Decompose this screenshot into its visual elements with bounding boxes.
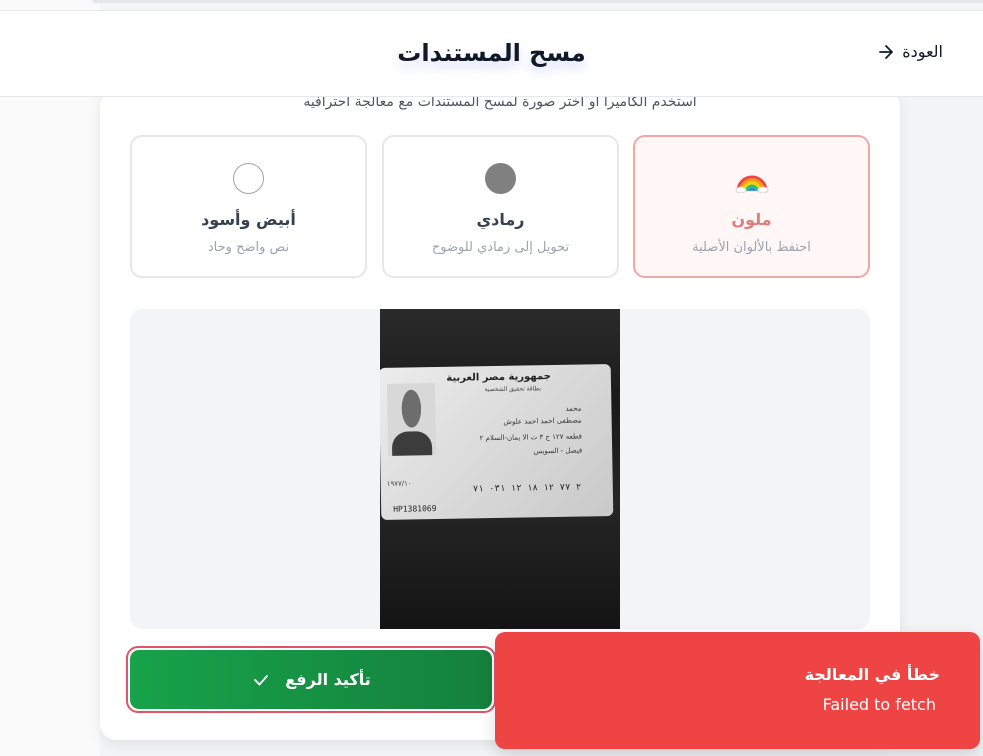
mode-label: رمادي — [476, 210, 525, 229]
id-serial: HP1381069 — [393, 504, 437, 514]
mode-black-white[interactable]: أبيض وأسود نص واضح وحاد — [130, 135, 367, 278]
id-photo — [386, 383, 437, 456]
mode-label: ملون — [731, 210, 772, 229]
error-toast[interactable]: خطأ في المعالجة Failed to fetch — [495, 632, 980, 749]
mode-color[interactable]: ملون احتفظ بالألوان الأصلية — [633, 135, 870, 278]
id-address-line1: قطعه ١٢٧ ح ٣ ت الا يمان-السلام ٢ — [479, 432, 582, 443]
toast-title: خطأ في المعالجة — [804, 665, 940, 684]
mode-label: أبيض وأسود — [201, 210, 296, 229]
id-card-subheader: بطاقة تحقيق الشخصية — [484, 385, 542, 394]
white-circle-icon — [233, 162, 264, 194]
back-label: العودة — [902, 42, 943, 61]
confirm-upload-button[interactable]: تأكيد الرفع — [126, 646, 496, 713]
id-left-number: ١٩٧٧/١٠ — [386, 479, 412, 488]
arrow-right-icon — [879, 44, 894, 59]
back-button[interactable]: العودة — [878, 42, 943, 61]
page-background — [0, 0, 100, 756]
mode-description: تحويل إلى رمادي للوضوح — [431, 240, 570, 255]
id-address-line2: فيصل - السويس — [533, 446, 583, 456]
page-title: مسح المستندات — [397, 39, 586, 67]
gray-circle-icon — [485, 162, 516, 194]
mode-gray[interactable]: رمادي تحويل إلى رمادي للوضوح — [382, 135, 619, 278]
toast-message: Failed to fetch — [822, 695, 936, 714]
id-first-name: محمد — [565, 404, 582, 413]
id-national-number: ٢ ٧٧ ١٢ ١٨ ١٢ ٠٣١ ٧١ — [472, 482, 582, 495]
image-preview: جمهورية مصر العربية بطاقة تحقيق الشخصية … — [130, 309, 870, 629]
id-full-name: مصطفى احمد احمد علوش — [503, 416, 582, 426]
confirm-upload-label: تأكيد الرفع — [285, 670, 371, 689]
checkmark-icon — [254, 674, 269, 685]
top-scroll-strip — [92, 0, 983, 3]
id-card-image: جمهورية مصر العربية بطاقة تحقيق الشخصية … — [380, 363, 614, 521]
mode-description: احتفظ بالألوان الأصلية — [692, 240, 811, 255]
id-card-header: جمهورية مصر العربية — [446, 371, 551, 384]
page-header: مسح المستندات العودة — [0, 10, 983, 97]
scanned-photo: جمهورية مصر العربية بطاقة تحقيق الشخصية … — [380, 309, 620, 629]
rainbow-icon — [635, 161, 868, 195]
mode-description: نص واضح وحاد — [207, 240, 290, 255]
